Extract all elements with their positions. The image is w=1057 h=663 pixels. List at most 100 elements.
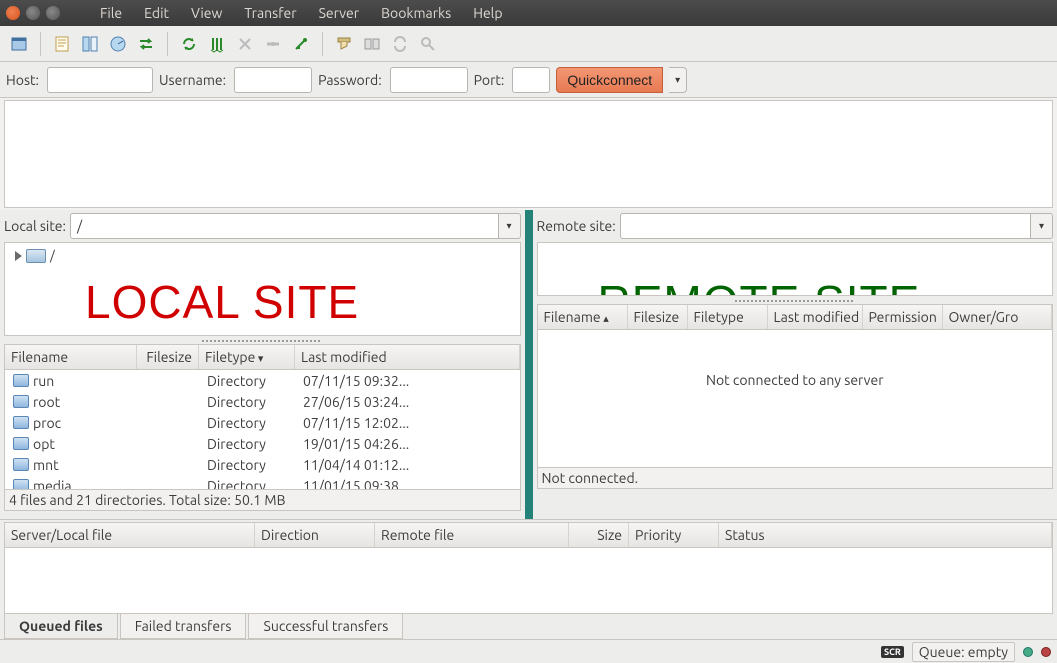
menu-bookmarks[interactable]: Bookmarks [373, 3, 459, 23]
remote-empty-message: Not connected to any server [706, 372, 884, 388]
col-filesize[interactable]: Filesize [137, 345, 199, 369]
sync-icon[interactable] [387, 31, 413, 57]
qcol-direction[interactable]: Direction [255, 523, 375, 547]
remote-site-dropdown[interactable]: ▾ [1031, 213, 1053, 239]
table-row[interactable]: optDirectory19/01/15 04:26... [5, 433, 520, 454]
folder-icon [13, 416, 29, 429]
vertical-splitter[interactable] [525, 210, 533, 519]
file-modified: 19/01/15 04:26... [297, 436, 518, 452]
disconnect-icon[interactable] [260, 31, 286, 57]
local-site-label: Local site: [4, 218, 66, 234]
activity-led-2 [1041, 647, 1051, 657]
find-icon[interactable] [415, 31, 441, 57]
drive-icon [26, 249, 46, 263]
file-type: Directory [201, 457, 297, 473]
qcol-status[interactable]: Status [719, 523, 1052, 547]
menu-file[interactable]: File [92, 3, 130, 23]
quickconnect-dropdown[interactable]: ▾ [669, 67, 687, 93]
col-modified[interactable]: Last modified [295, 345, 520, 369]
refresh-icon[interactable] [176, 31, 202, 57]
host-label: Host: [6, 72, 39, 88]
filter-icon[interactable] [331, 31, 357, 57]
password-input[interactable] [390, 67, 468, 93]
local-file-list[interactable]: runDirectory07/11/15 09:32...rootDirecto… [4, 370, 521, 490]
col-r-filetype[interactable]: Filetype [688, 305, 768, 329]
window-maximize-button[interactable] [46, 6, 60, 20]
qcol-server[interactable]: Server/Local file [5, 523, 255, 547]
tab-failed-transfers[interactable]: Failed transfers [120, 614, 247, 639]
quickconnect-button[interactable]: Quickconnect [556, 67, 663, 93]
table-row[interactable]: rootDirectory27/06/15 03:24... [5, 391, 520, 412]
toggle-queue-icon[interactable] [105, 31, 131, 57]
file-type: Directory [201, 478, 297, 491]
local-overlay-label: LOCAL SITE [85, 275, 359, 329]
message-log[interactable] [4, 100, 1053, 208]
username-label: Username: [159, 72, 226, 88]
compare-icon[interactable] [359, 31, 385, 57]
col-filename[interactable]: Filename [5, 345, 137, 369]
file-type: Directory [201, 436, 297, 452]
folder-icon [13, 374, 29, 387]
menu-edit[interactable]: Edit [136, 3, 177, 23]
qcol-size[interactable]: Size [569, 523, 629, 547]
queue-tabs: Queued files Failed transfers Successful… [0, 614, 1057, 639]
toolbar [0, 26, 1057, 62]
qcol-priority[interactable]: Priority [629, 523, 719, 547]
transfer-queue: Server/Local file Direction Remote file … [0, 519, 1057, 639]
file-name: proc [33, 415, 61, 431]
remote-site-path[interactable] [620, 213, 1031, 239]
file-modified: 11/04/14 01:12... [297, 457, 518, 473]
menu-server[interactable]: Server [311, 3, 368, 23]
remote-file-list[interactable]: Not connected to any server [537, 330, 1054, 468]
col-r-modified[interactable]: Last modified [768, 305, 863, 329]
port-input[interactable] [512, 67, 550, 93]
folder-icon [13, 437, 29, 450]
folder-icon [13, 395, 29, 408]
tree-expander-icon[interactable] [15, 251, 22, 261]
menu-view[interactable]: View [183, 3, 230, 23]
queue-body[interactable] [4, 548, 1053, 614]
table-row[interactable]: procDirectory07/11/15 12:02... [5, 412, 520, 433]
site-manager-icon[interactable] [6, 31, 32, 57]
username-input[interactable] [234, 67, 312, 93]
local-file-header: Filename Filesize Filetype Last modified [4, 344, 521, 370]
menu-transfer[interactable]: Transfer [236, 3, 304, 23]
tree-node-label: / [50, 249, 55, 263]
tab-queued-files[interactable]: Queued files [4, 614, 118, 639]
status-bar: SCR Queue: empty [0, 639, 1057, 663]
folder-icon [13, 458, 29, 471]
remote-panel: Remote site: ▾ REMOTE SITE Filename File… [533, 210, 1057, 519]
window-close-button[interactable] [6, 6, 20, 20]
table-row[interactable]: mediaDirectory11/01/15 09:38 [5, 475, 520, 490]
table-row[interactable]: runDirectory07/11/15 09:32... [5, 370, 520, 391]
file-modified: 07/11/15 12:02... [297, 415, 518, 431]
tab-successful-transfers[interactable]: Successful transfers [248, 614, 403, 639]
cancel-icon[interactable] [232, 31, 258, 57]
remote-tree[interactable]: REMOTE SITE [537, 242, 1054, 296]
col-filetype[interactable]: Filetype [199, 345, 295, 369]
file-name: root [33, 394, 60, 410]
window-minimize-button[interactable] [26, 6, 40, 20]
col-r-owner[interactable]: Owner/Gro [943, 305, 1053, 329]
table-row[interactable]: mntDirectory11/04/14 01:12... [5, 454, 520, 475]
local-panel: Local site: / ▾ / LOCAL SITE Filename Fi… [0, 210, 525, 519]
toggle-tree-icon[interactable] [77, 31, 103, 57]
menu-help[interactable]: Help [465, 3, 510, 23]
file-modified: 27/06/15 03:24... [297, 394, 518, 410]
col-r-permission[interactable]: Permission [863, 305, 943, 329]
queue-status[interactable]: Queue: empty [912, 642, 1015, 662]
activity-led-1 [1023, 647, 1033, 657]
toggle-log-icon[interactable] [49, 31, 75, 57]
process-queue-icon[interactable] [204, 31, 230, 57]
local-site-dropdown[interactable]: ▾ [499, 213, 521, 239]
col-r-filesize[interactable]: Filesize [628, 305, 688, 329]
col-r-filename[interactable]: Filename [538, 305, 628, 329]
reconnect-icon[interactable] [288, 31, 314, 57]
swap-icon[interactable] [133, 31, 159, 57]
local-site-path[interactable]: / [70, 213, 499, 239]
quickconnect-bar: Host: Username: Password: Port: Quickcon… [0, 62, 1057, 98]
host-input[interactable] [47, 67, 153, 93]
local-tree[interactable]: / LOCAL SITE [4, 242, 521, 336]
qcol-remote[interactable]: Remote file [375, 523, 569, 547]
queue-header: Server/Local file Direction Remote file … [4, 522, 1053, 548]
